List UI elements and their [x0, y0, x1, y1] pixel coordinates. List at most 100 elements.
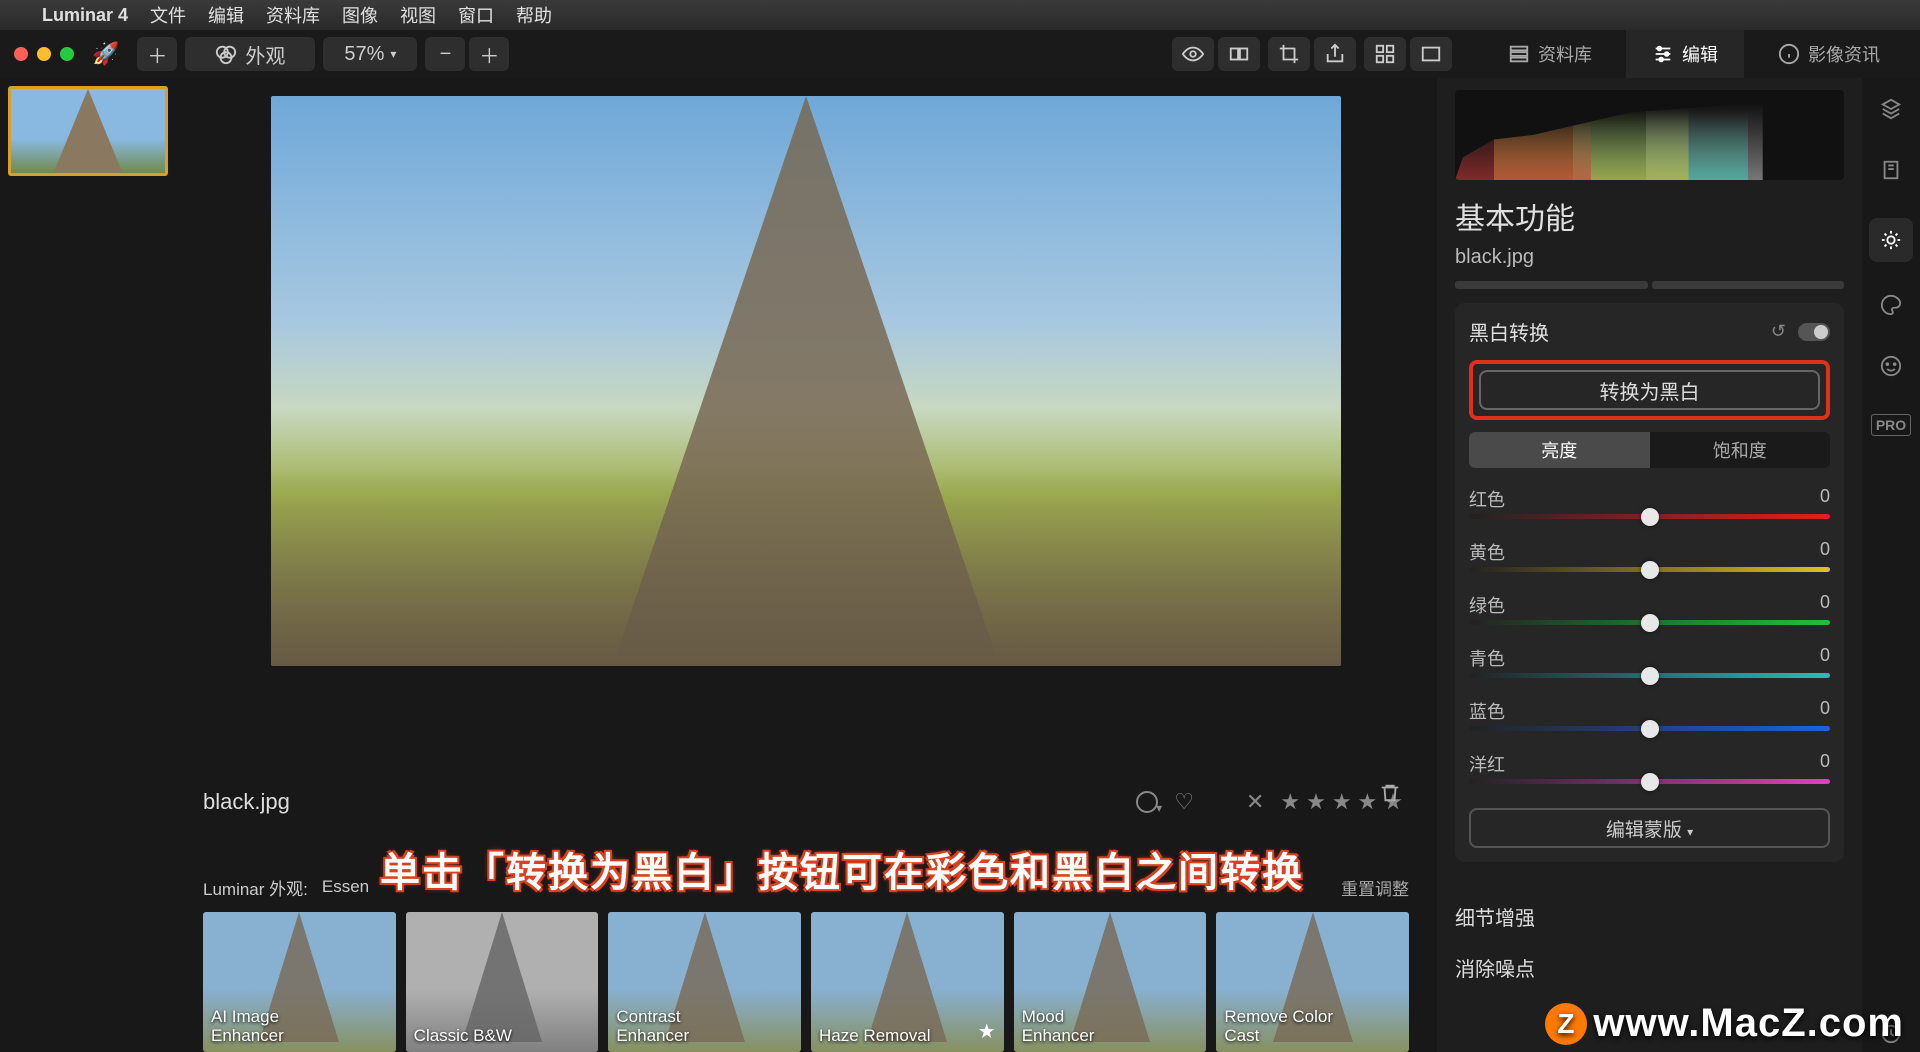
- appearance-label: 外观: [245, 40, 285, 69]
- zoom-value: 57%: [344, 43, 384, 66]
- slider-name: 绿色: [1469, 592, 1505, 618]
- export-button[interactable]: [1314, 37, 1356, 71]
- single-icon: [1420, 43, 1442, 65]
- slider-value: 0: [1820, 645, 1830, 671]
- trash-button[interactable]: [1379, 782, 1401, 811]
- seg-brightness[interactable]: 亮度: [1469, 432, 1650, 468]
- slider-5[interactable]: 洋红 0: [1469, 751, 1830, 784]
- slider-value: 0: [1820, 539, 1830, 565]
- looks-pack-dropdown[interactable]: Essen: [322, 877, 369, 897]
- zoom-in-button[interactable]: ＋: [469, 37, 509, 71]
- slider-value: 0: [1820, 698, 1830, 724]
- preset-5[interactable]: Remove Color Cast: [1216, 912, 1409, 1052]
- maximize-icon[interactable]: [60, 47, 74, 61]
- file-name: black.jpg: [203, 789, 290, 815]
- layers-icon: [1880, 98, 1902, 120]
- slider-name: 红色: [1469, 486, 1505, 512]
- menubar-app-name[interactable]: Luminar 4: [42, 5, 128, 26]
- window-controls[interactable]: [14, 47, 74, 61]
- rail-creative[interactable]: [1880, 292, 1902, 323]
- slider-value: 0: [1820, 486, 1830, 512]
- looks-brand-label: Luminar 外观:: [203, 875, 308, 900]
- menu-file[interactable]: 文件: [150, 2, 186, 28]
- preset-1[interactable]: Classic B&W: [406, 912, 599, 1052]
- compare-button[interactable]: [1218, 37, 1260, 71]
- rail-pro[interactable]: PRO: [1871, 414, 1911, 436]
- reject-button[interactable]: ✕: [1246, 789, 1264, 815]
- slider-3[interactable]: 青色0: [1469, 645, 1830, 678]
- share-icon: [1324, 43, 1346, 65]
- menu-library[interactable]: 资料库: [266, 2, 320, 28]
- rail-layers[interactable]: [1880, 96, 1902, 127]
- slider-name: 洋红: [1469, 751, 1505, 777]
- add-button[interactable]: ＋: [137, 37, 177, 71]
- sun-icon: [1880, 229, 1902, 251]
- main-image[interactable]: [271, 96, 1341, 666]
- watermark-logo-icon: Z: [1545, 1003, 1587, 1045]
- preset-label: Classic B&W: [414, 1026, 512, 1046]
- zoom-out-button[interactable]: −: [425, 37, 465, 71]
- menu-edit[interactable]: 编辑: [208, 2, 244, 28]
- slider-2[interactable]: 绿色 0: [1469, 592, 1830, 625]
- annotation-text: 单击「转换为黑白」按钮可在彩色和黑白之间转换: [380, 840, 1304, 898]
- panel-item-denoise[interactable]: 消除噪点: [1455, 953, 1844, 982]
- slider-value: 0: [1820, 592, 1830, 618]
- looks-icon: [215, 43, 237, 65]
- close-icon[interactable]: [14, 47, 28, 61]
- rail-canvas[interactable]: [1880, 157, 1902, 188]
- color-tag-button[interactable]: ▾: [1136, 791, 1158, 813]
- thumbnail[interactable]: [8, 86, 168, 176]
- preset-label: Contrast Enhancer: [616, 1007, 689, 1046]
- convert-bw-button[interactable]: 转换为黑白: [1479, 370, 1820, 410]
- appearance-dropdown[interactable]: 外观: [185, 37, 315, 71]
- reset-adjustments[interactable]: 重置调整: [1341, 875, 1409, 900]
- watermark: Z www.MacZ.com: [1545, 1001, 1904, 1046]
- face-icon: [1880, 355, 1902, 377]
- preset-3[interactable]: Haze Removal★: [811, 912, 1004, 1052]
- single-view-button[interactable]: [1410, 37, 1452, 71]
- tab-info[interactable]: 影像资讯: [1752, 30, 1906, 78]
- tab-library[interactable]: 资料库: [1482, 30, 1618, 78]
- slider-value: 0: [1820, 751, 1830, 777]
- library-icon: [1508, 43, 1530, 65]
- crop-button[interactable]: [1268, 37, 1310, 71]
- rocket-icon[interactable]: 🚀: [92, 41, 119, 67]
- preset-label: Mood Enhancer: [1022, 1007, 1095, 1046]
- menu-help[interactable]: 帮助: [516, 2, 552, 28]
- slider-1[interactable]: 黄色0: [1469, 539, 1830, 572]
- compare-icon: [1228, 43, 1250, 65]
- reset-section-button[interactable]: ↺: [1771, 321, 1786, 342]
- preset-2[interactable]: Contrast Enhancer: [608, 912, 801, 1052]
- grid-view-button[interactable]: [1364, 37, 1406, 71]
- preset-label: Remove Color Cast: [1224, 1007, 1333, 1046]
- slider-4[interactable]: 蓝色 0: [1469, 698, 1830, 731]
- seg-saturation[interactable]: 饱和度: [1650, 432, 1831, 468]
- info-icon: [1778, 43, 1800, 65]
- panel-item-detail[interactable]: 细节增强: [1455, 902, 1844, 931]
- menu-window[interactable]: 窗口: [458, 2, 494, 28]
- histogram[interactable]: [1455, 90, 1844, 180]
- annotation-highlight: 转换为黑白: [1469, 360, 1830, 420]
- grid-icon: [1374, 43, 1396, 65]
- star-icon: ★: [978, 1019, 996, 1044]
- slider-name: 蓝色: [1469, 698, 1505, 724]
- panel-title: 基本功能: [1455, 194, 1844, 238]
- edit-mask-button[interactable]: 编辑蒙版 ▾: [1469, 808, 1830, 848]
- rail-essentials[interactable]: [1869, 218, 1913, 262]
- minimize-icon[interactable]: [37, 47, 51, 61]
- rail-portrait[interactable]: [1880, 353, 1902, 384]
- preset-4[interactable]: Mood Enhancer: [1014, 912, 1207, 1052]
- preview-toggle-button[interactable]: [1172, 37, 1214, 71]
- panel-filename: black.jpg: [1455, 246, 1844, 269]
- favorite-button[interactable]: ♡: [1174, 789, 1194, 815]
- palette-icon: [1880, 294, 1902, 316]
- section-toggle[interactable]: [1798, 323, 1830, 341]
- slider-0[interactable]: 红色 0: [1469, 486, 1830, 519]
- menu-image[interactable]: 图像: [342, 2, 378, 28]
- menu-view[interactable]: 视图: [400, 2, 436, 28]
- tab-edit[interactable]: 编辑: [1626, 30, 1744, 78]
- preset-0[interactable]: AI Image Enhancer: [203, 912, 396, 1052]
- zoom-dropdown[interactable]: 57% ▾: [323, 37, 417, 71]
- bw-section-title[interactable]: 黑白转换: [1469, 317, 1549, 346]
- sliders-icon: [1652, 43, 1674, 65]
